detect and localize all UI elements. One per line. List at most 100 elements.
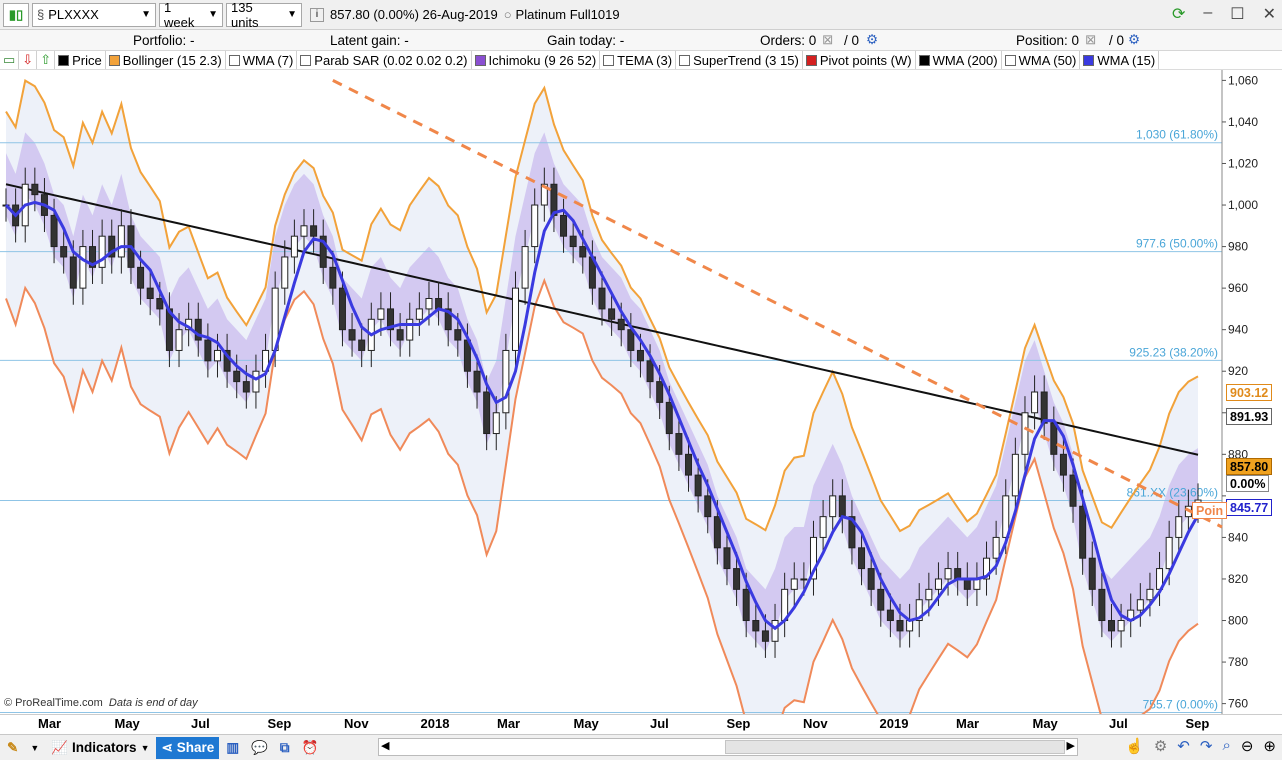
candle-body: [415, 308, 423, 320]
x-tick-label: Sep: [1185, 716, 1210, 731]
undo-icon[interactable]: ↶: [1177, 737, 1190, 755]
indicator-7[interactable]: Pivot points (W): [803, 51, 916, 69]
x-tick-label: 2019: [879, 716, 909, 731]
candle-body: [790, 578, 798, 590]
indicator-label: WMA (7): [242, 52, 294, 68]
indicator-5[interactable]: TEMA (3): [600, 51, 677, 69]
price-tag: 0.00%: [1226, 475, 1270, 492]
indicator-9[interactable]: WMA (50): [1002, 51, 1081, 69]
comment-icon[interactable]: 💬: [246, 737, 273, 759]
candle-body: [233, 370, 241, 383]
scroll-left-icon[interactable]: ◀: [381, 739, 389, 752]
candle-body: [665, 401, 673, 435]
period-selector[interactable]: 1 week ▼: [159, 0, 223, 30]
indicator-2[interactable]: WMA (7): [226, 51, 298, 69]
candle-body: [348, 329, 356, 341]
candle-body: [117, 225, 125, 258]
hand-tool-icon[interactable]: ☝: [1125, 737, 1144, 755]
status-dot-icon: ○: [503, 7, 512, 22]
gear-icon[interactable]: ⚙: [866, 32, 878, 48]
pivot-tag: Poin: [1192, 502, 1228, 519]
remove-icon[interactable]: ⇩: [19, 51, 38, 69]
scroll-thumb[interactable]: [725, 740, 1065, 754]
x-tick-label: Mar: [497, 716, 521, 731]
candle-body: [886, 609, 894, 622]
indicators-button[interactable]: 📈 Indicators ▼: [46, 737, 154, 759]
x-tick-label: Mar: [38, 716, 62, 731]
indicator-6[interactable]: SuperTrend (3 15): [676, 51, 803, 69]
close-icon[interactable]: ✕: [1263, 4, 1276, 24]
candle-body: [1021, 412, 1029, 455]
indicator-swatch: [918, 54, 930, 66]
candle-body: [838, 495, 846, 518]
indicator-legend-bar: ▭ ⇩ ⇧ Price Bollinger (15 2.3) WMA (7) Para…: [0, 51, 1282, 70]
indicator-swatch: [679, 54, 691, 66]
chart-type-icon[interactable]: ▮▯: [3, 2, 29, 27]
indicator-0[interactable]: Price: [55, 51, 106, 69]
candle-body: [608, 308, 616, 320]
x-tick-label: Jul: [1109, 716, 1128, 731]
indicator-swatch: [108, 54, 120, 66]
cancel-orders-icon[interactable]: ⊠: [822, 32, 833, 48]
indicator-label: Pivot points (W): [819, 52, 912, 68]
layout-icon[interactable]: ▥: [221, 737, 244, 759]
legend-toggle[interactable]: ▭: [0, 51, 20, 69]
add-icon[interactable]: ⇧: [37, 51, 56, 69]
indicator-1[interactable]: Bollinger (15 2.3): [106, 51, 226, 69]
chart-scrollbar[interactable]: ◀ ▶: [378, 738, 1078, 756]
indicator-4[interactable]: Ichimoku (9 26 52): [472, 51, 601, 69]
candle-body: [204, 339, 212, 362]
top-toolbar: ▮▯ § PLXXXX ▼ 1 week ▼ 135 units ▼ i 857…: [0, 0, 1282, 30]
y-tick-label: 960: [1228, 281, 1248, 295]
candle-body: [685, 453, 693, 476]
x-tick-label: Jul: [650, 716, 669, 731]
indicator-label: WMA (50): [1018, 52, 1077, 68]
alarm-icon[interactable]: ⏰: [297, 737, 324, 759]
indicator-label: TEMA (3): [617, 52, 673, 68]
minimize-icon[interactable]: –: [1203, 4, 1212, 24]
candle-body: [944, 568, 952, 580]
redo-icon[interactable]: ↷: [1200, 737, 1213, 755]
portfolio-label: Portfolio: -: [133, 32, 195, 48]
candle-body: [704, 495, 712, 518]
candle-body: [50, 214, 58, 248]
candle-body: [973, 578, 981, 590]
candle-body: [1031, 391, 1039, 414]
candle-body: [819, 516, 827, 538]
settings-icon[interactable]: ⚙: [1154, 737, 1167, 755]
units-selector[interactable]: 135 units ▼: [226, 0, 302, 30]
candle-body: [1088, 557, 1096, 590]
x-tick-label: 2018: [420, 716, 450, 731]
zoom-in-icon[interactable]: ⊕: [1263, 737, 1276, 755]
close-position-icon[interactable]: ⊠: [1085, 32, 1096, 48]
candle-body: [1040, 391, 1048, 424]
share-button[interactable]: ⋖ Share: [156, 736, 220, 759]
portfolio-bar: Portfolio: - Latent gain: - Gain today: …: [0, 30, 1282, 51]
candle-body: [425, 298, 433, 310]
candle-body: [906, 620, 914, 632]
maximize-icon[interactable]: ☐: [1230, 4, 1244, 24]
pencil-icon[interactable]: ✎: [2, 737, 23, 759]
gear-icon[interactable]: ⚙: [1128, 32, 1140, 48]
price-tag: 891.93: [1226, 408, 1273, 425]
indicator-10[interactable]: WMA (15): [1080, 51, 1160, 69]
y-tick-label: 980: [1228, 240, 1248, 254]
zoom-out-icon[interactable]: ⊖: [1241, 737, 1254, 755]
candle-body: [1050, 422, 1058, 455]
scroll-right-icon[interactable]: ▶: [1067, 739, 1075, 752]
candle-body: [473, 370, 481, 393]
indicator-8[interactable]: WMA (200): [916, 51, 1002, 69]
zoom-area-icon[interactable]: ⌕: [1222, 737, 1230, 755]
refresh-icon[interactable]: ⟳: [1172, 4, 1185, 24]
chart-canvas[interactable]: 1,030 (61.80%) 977.6 (50.00%) 925.23 (38.2…: [0, 70, 1282, 755]
symbol-selector[interactable]: § PLXXXX ▼: [32, 2, 156, 27]
y-tick-label: 1,060: [1228, 73, 1258, 87]
candle-body: [396, 329, 404, 341]
info-icon[interactable]: i: [310, 7, 324, 22]
chevron-down-icon[interactable]: ▼: [25, 737, 44, 759]
indicator-3[interactable]: Parab SAR (0.02 0.02 0.2): [297, 51, 472, 69]
price-chart[interactable]: 1,030 (61.80%) 977.6 (50.00%) 925.23 (38.2…: [0, 70, 1282, 755]
candle-body: [31, 183, 39, 196]
candle-body: [242, 381, 250, 393]
screen-icon[interactable]: ⧉: [275, 737, 295, 759]
